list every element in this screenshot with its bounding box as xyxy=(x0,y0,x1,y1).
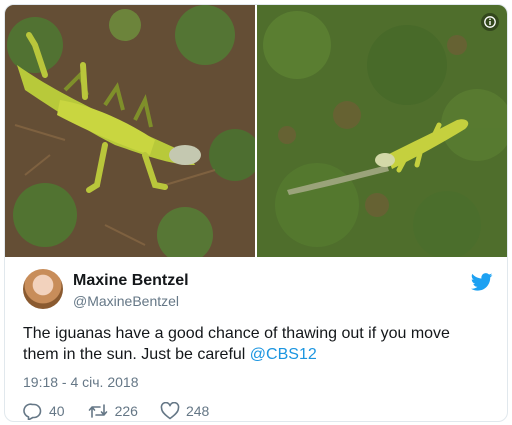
tweet-media[interactable] xyxy=(5,5,507,257)
tweet-header: Maxine Bentzel @MaxineBentzel xyxy=(23,269,493,319)
tweet-actions: 40 226 248 xyxy=(23,400,231,421)
tweet-text-line2: them in the sun. Just be careful @CBS12 xyxy=(23,344,493,365)
reply-button[interactable]: 40 xyxy=(23,402,65,420)
retweet-button[interactable]: 226 xyxy=(87,402,138,420)
heart-icon xyxy=(160,402,180,420)
tweet-text: The iguanas have a good chance of thawin… xyxy=(23,323,493,365)
tweet-text-body: them in the sun. Just be careful xyxy=(23,346,250,363)
twitter-bird-icon[interactable] xyxy=(471,273,493,291)
retweet-count: 226 xyxy=(114,403,138,419)
author-name[interactable]: Maxine Bentzel xyxy=(73,272,189,290)
like-count: 248 xyxy=(185,403,210,419)
info-icon[interactable] xyxy=(481,13,499,31)
like-button[interactable]: 248 xyxy=(160,402,209,420)
iguana-photo-left[interactable] xyxy=(5,5,255,257)
tweet-text-line1: The iguanas have a good chance of thawin… xyxy=(23,325,450,342)
retweet-icon xyxy=(88,404,107,418)
avatar[interactable] xyxy=(23,269,63,309)
reply-count: 40 xyxy=(49,403,65,419)
tweet-card[interactable]: Maxine Bentzel @MaxineBentzel The iguana… xyxy=(4,4,508,422)
reply-icon xyxy=(23,403,42,420)
mention-link[interactable]: @CBS12 xyxy=(250,346,317,363)
author-handle[interactable]: @MaxineBentzel xyxy=(73,293,179,309)
iguana-photo-right[interactable] xyxy=(257,5,507,257)
timestamp[interactable]: 19:18 - 4 січ. 2018 xyxy=(23,374,138,390)
